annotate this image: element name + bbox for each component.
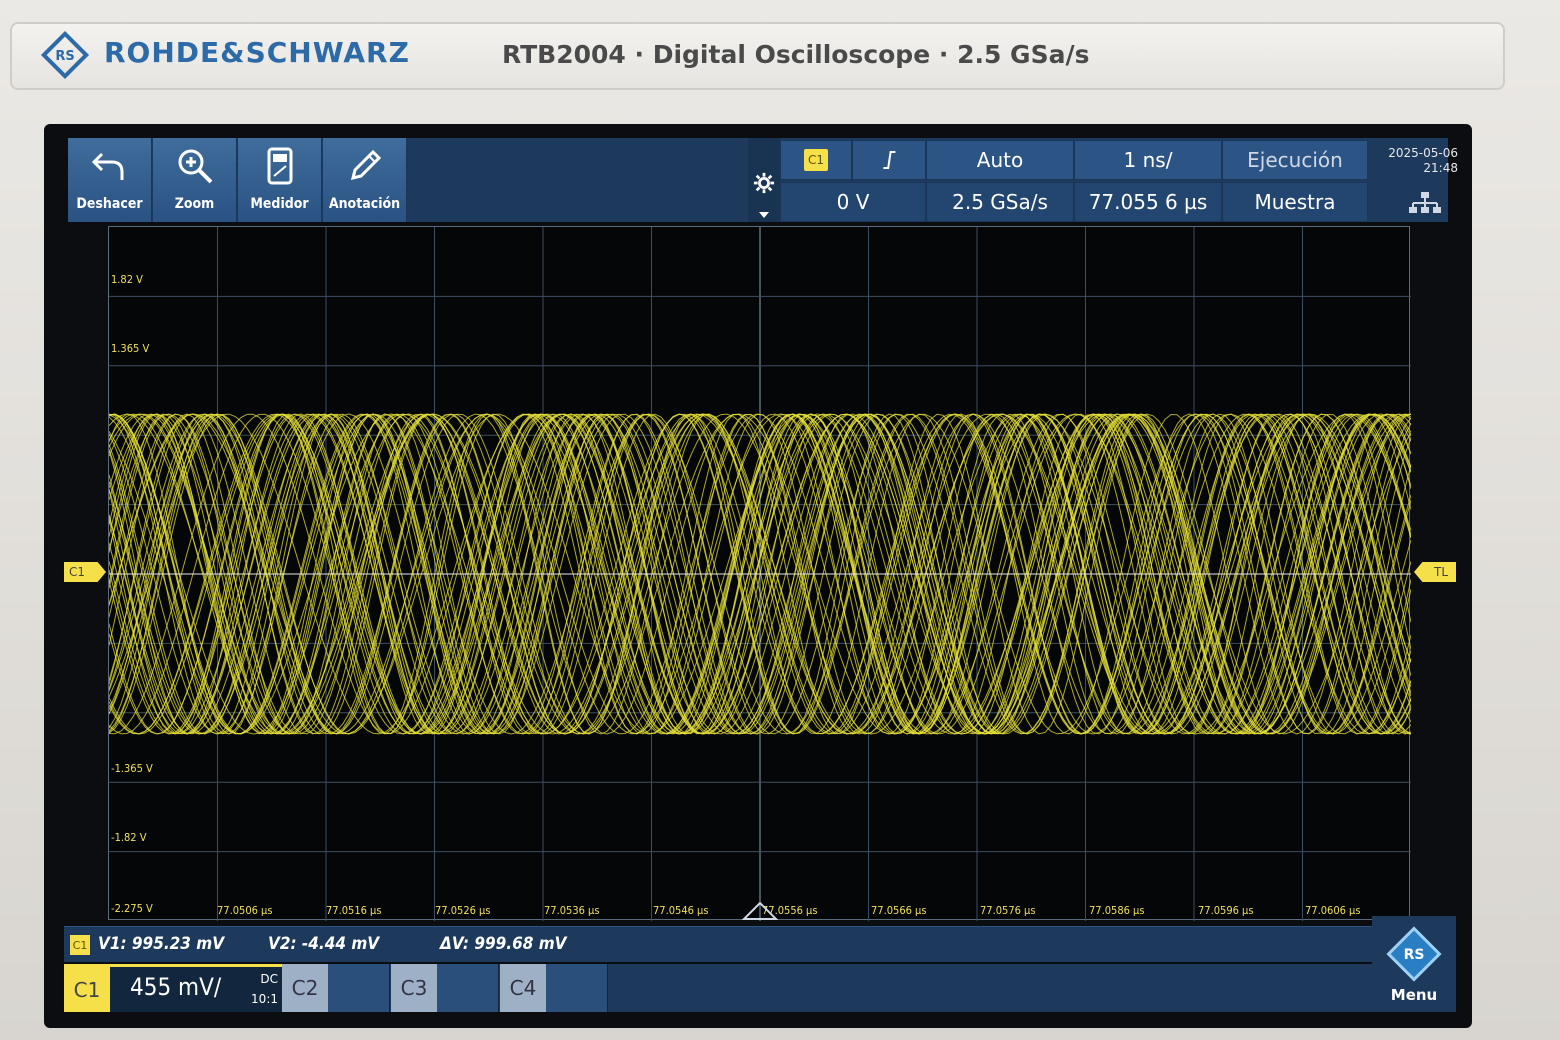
svg-text:RS: RS (55, 49, 74, 64)
svg-text:RS: RS (1404, 947, 1425, 963)
rising-edge-icon (883, 151, 896, 169)
cursor-v1: V1: 995.23 mV (98, 934, 225, 954)
chevron-down-icon (759, 212, 769, 218)
x-label-1: 77.0506 µs (217, 904, 273, 917)
channel-2-label: C2 (282, 964, 328, 1012)
channel-1-label: C1 (64, 967, 110, 1012)
channel-badge: C1 (804, 149, 828, 171)
zoom-icon (178, 149, 213, 184)
x-label-10: 77.0596 µs (1198, 904, 1254, 917)
meter-button[interactable]: Medidor (238, 138, 322, 222)
y-label-4: -1.82 V (111, 831, 147, 844)
channel-1-coupling: DC 10:1 (251, 972, 278, 1006)
run-state[interactable]: Ejecución (1222, 140, 1368, 180)
rs-logo-icon: RS (40, 30, 90, 80)
x-label-4: 77.0536 µs (544, 904, 600, 917)
trigger-level-marker[interactable]: TL (1414, 562, 1456, 582)
trigger-mode[interactable]: Auto (926, 140, 1074, 180)
trigger-slope[interactable] (852, 140, 926, 180)
cursor-v2: V2: -4.44 mV (268, 934, 380, 954)
zoom-button[interactable]: Zoom (153, 138, 237, 222)
x-label-9: 77.0586 µs (1089, 904, 1145, 917)
channel-offset-marker[interactable]: C1 (64, 562, 106, 582)
time: 21:48 (1423, 161, 1458, 175)
channel-source[interactable]: C1 (780, 140, 852, 180)
network-icon[interactable] (1408, 190, 1442, 216)
settings-button[interactable] (748, 138, 780, 222)
x-label-3: 77.0526 µs (435, 904, 491, 917)
waveform-grid (109, 227, 1411, 921)
brand-strip: RS ROHDE&SCHWARZ RTB2004 · Digital Oscil… (10, 22, 1505, 90)
waveform-area[interactable]: 1.82 V 1.365 V -1.365 V -1.82 V -2.275 V… (108, 226, 1411, 921)
cursor-readout: C1 V1: 995.23 mV V2: -4.44 mV ΔV: 999.68… (64, 926, 1374, 962)
x-label-11: 77.0606 µs (1305, 904, 1361, 917)
timebase[interactable]: 1 ns/ (1074, 140, 1222, 180)
y-label-5: -2.275 V (111, 902, 153, 915)
acquisition-mode[interactable]: Muestra (1222, 182, 1368, 222)
channel-3-label: C3 (391, 964, 437, 1012)
annotation-button[interactable]: Anotación (323, 138, 407, 222)
menu-button[interactable]: RS Menu (1372, 916, 1456, 1012)
trigger-time[interactable]: 77.055 6 µs (1074, 182, 1222, 222)
sample-rate[interactable]: 2.5 GSa/s (926, 182, 1074, 222)
readout-channel-badge: C1 (70, 935, 90, 955)
datetime: 2025-05-06 21:48 (1378, 146, 1458, 176)
meter-icon (267, 147, 293, 185)
channel-bar: C1 455 mV/ DC 10:1 C2 C3 C4 (64, 964, 1374, 1012)
channel-1-tab[interactable]: C1 455 mV/ DC 10:1 (64, 964, 282, 1012)
pencil-icon (350, 149, 382, 181)
x-label-8: 77.0576 µs (980, 904, 1036, 917)
channel-4-tab[interactable]: C4 (500, 964, 608, 1012)
model-line: RTB2004 · Digital Oscilloscope · 2.5 GSa… (502, 40, 1090, 69)
brand-name: ROHDE&SCHWARZ (104, 36, 410, 69)
channel-1-scale: 455 mV/ (130, 973, 222, 1001)
cursor-delta-v: ΔV: 999.68 mV (440, 934, 567, 954)
channel-4-label: C4 (500, 964, 546, 1012)
x-label-7: 77.0566 µs (871, 904, 927, 917)
y-label-3: -1.365 V (111, 762, 153, 775)
x-label-5: 77.0546 µs (653, 904, 709, 917)
gear-icon (753, 172, 775, 194)
y-label-2: 1.365 V (111, 342, 150, 355)
undo-button[interactable]: Deshacer (68, 138, 152, 222)
trigger-level[interactable]: 0 V (780, 182, 926, 222)
toolbar: Deshacer Zoom Medidor Anotación C1 Auto … (68, 138, 1458, 222)
channel-3-tab[interactable]: C3 (391, 964, 499, 1012)
date: 2025-05-06 (1388, 146, 1458, 160)
trigger-position-icon[interactable] (742, 900, 778, 920)
y-label-1: 1.82 V (111, 273, 143, 286)
x-label-2: 77.0516 µs (326, 904, 382, 917)
channel-2-tab[interactable]: C2 (282, 964, 390, 1012)
undo-icon (91, 152, 124, 180)
rs-menu-logo-icon: RS (1386, 926, 1442, 982)
oscilloscope-screen: Deshacer Zoom Medidor Anotación C1 Auto … (44, 124, 1472, 1028)
